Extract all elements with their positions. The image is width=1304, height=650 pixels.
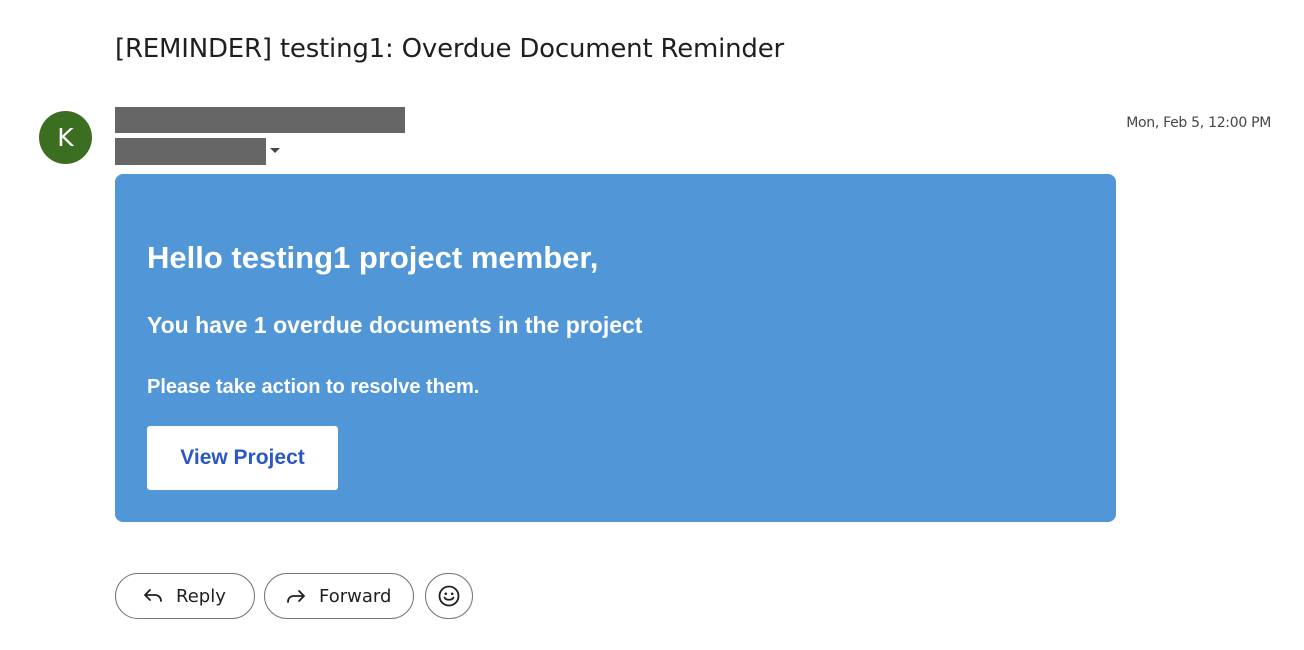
- email-timestamp: Mon, Feb 5, 12:00 PM: [1126, 115, 1271, 131]
- forward-arrow-icon: [285, 585, 307, 607]
- forward-button[interactable]: Forward: [264, 573, 414, 619]
- email-subject: [REMINDER] testing1: Overdue Document Re…: [115, 34, 785, 64]
- reply-arrow-icon: [142, 585, 164, 607]
- redacted-sender-name: [115, 107, 405, 133]
- reply-button[interactable]: Reply: [115, 573, 255, 619]
- redacted-recipient: [115, 138, 266, 165]
- reply-label: Reply: [176, 585, 226, 607]
- email-body-card: Hello testing1 project member, You have …: [115, 174, 1116, 522]
- smiley-icon: [436, 583, 462, 609]
- sender-avatar[interactable]: K: [39, 111, 92, 164]
- action-message: Please take action to resolve them.: [147, 376, 480, 398]
- avatar-initial: K: [57, 123, 74, 152]
- recipient-details-caret-icon[interactable]: [270, 148, 280, 153]
- overdue-message: You have 1 overdue documents in the proj…: [147, 312, 643, 338]
- forward-label: Forward: [319, 585, 392, 607]
- add-reaction-button[interactable]: [425, 573, 473, 619]
- greeting-heading: Hello testing1 project member,: [147, 240, 599, 275]
- view-project-button[interactable]: View Project: [147, 426, 338, 490]
